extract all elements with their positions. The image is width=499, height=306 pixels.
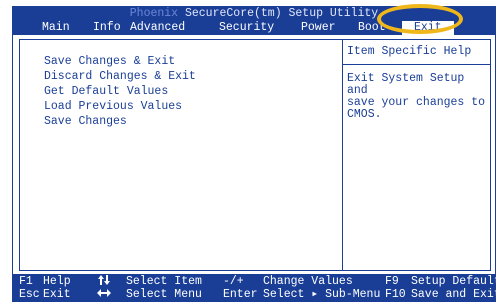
key-minus-plus: -/+ (223, 275, 244, 288)
bios-window: Phoenix SecureCore(tm) Setup Utility Mai… (12, 6, 499, 302)
help-divider (343, 64, 490, 65)
key-setup-defaults-label: Setup Defaults (411, 275, 499, 288)
exit-highlight-ring (377, 4, 463, 34)
menu-item-security[interactable]: Security (219, 21, 274, 35)
option-load-previous-values[interactable]: Load Previous Values (44, 99, 196, 114)
key-legend-row-1: F1 Help Select Item -/+ Change Values F9… (13, 275, 499, 289)
key-legend-row-2: Esc Exit Select Menu Enter Select ▸ Sub-… (13, 288, 499, 302)
menu-item-advanced[interactable]: Advanced (130, 21, 185, 35)
menu-item-main[interactable]: Main (42, 21, 70, 35)
option-get-default-values[interactable]: Get Default Values (44, 84, 196, 99)
options-panel: Save Changes & Exit Discard Changes & Ex… (19, 39, 342, 271)
help-panel: Item Specific Help Exit System Setup and… (342, 39, 491, 271)
key-esc: Esc (19, 288, 40, 301)
key-f1-label: Help (43, 275, 71, 288)
key-select-submenu-label: Select ▸ Sub-Menu (263, 288, 381, 301)
menu-item-info[interactable]: Info (93, 21, 121, 35)
key-legend-bar: F1 Help Select Item -/+ Change Values F9… (13, 274, 499, 302)
arrows-updown-icon (98, 275, 110, 289)
option-discard-changes-exit[interactable]: Discard Changes & Exit (44, 69, 196, 84)
key-f9: F9 (385, 275, 399, 288)
arrows-leftright-icon (97, 288, 111, 301)
exit-options-list: Save Changes & Exit Discard Changes & Ex… (44, 54, 196, 129)
menu-item-power[interactable]: Power (301, 21, 336, 35)
key-save-and-exit-label: Save and Exit (411, 288, 499, 301)
option-save-changes-exit[interactable]: Save Changes & Exit (44, 54, 196, 69)
option-save-changes[interactable]: Save Changes (44, 114, 196, 129)
key-f10: F10 (385, 288, 406, 301)
key-esc-label: Exit (43, 288, 71, 301)
key-change-values-label: Change Values (263, 275, 353, 288)
key-select-item-label: Select Item (126, 275, 202, 288)
help-title: Item Specific Help (347, 45, 472, 58)
key-select-menu-label: Select Menu (126, 288, 202, 301)
title-brand: Phoenix (129, 7, 179, 20)
key-f1: F1 (19, 275, 33, 288)
help-text: Exit System Setup and save your changes … (347, 72, 486, 121)
key-enter: Enter (223, 288, 258, 301)
title-rest: SecureCore(tm) Setup Utility (178, 7, 379, 20)
